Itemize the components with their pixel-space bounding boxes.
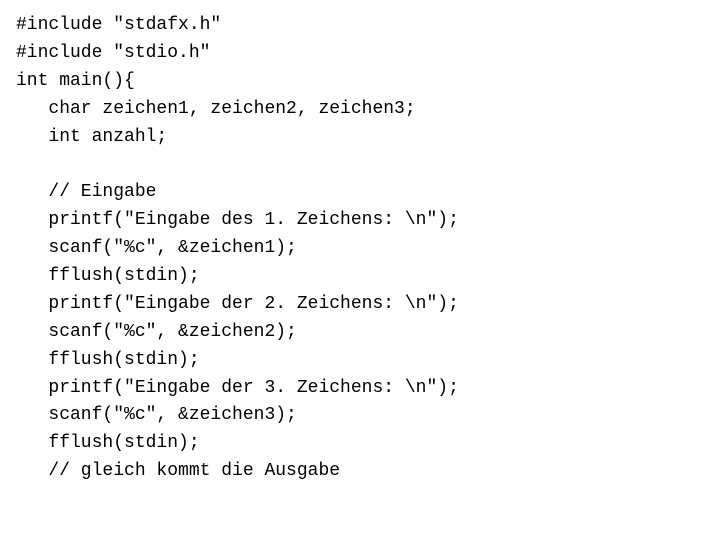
code-line: printf("Eingabe der 3. Zeichens: \n"); — [16, 375, 704, 403]
code-line: // gleich kommt die Ausgabe — [16, 458, 704, 486]
code-line: // Eingabe — [16, 179, 704, 207]
code-block: #include "stdafx.h"#include "stdio.h"int… — [0, 0, 720, 498]
code-line: fflush(stdin); — [16, 430, 704, 458]
code-line: printf("Eingabe des 1. Zeichens: \n"); — [16, 207, 704, 235]
code-line: fflush(stdin); — [16, 263, 704, 291]
code-line: char zeichen1, zeichen2, zeichen3; — [16, 96, 704, 124]
code-line — [16, 151, 704, 179]
code-line: scanf("%c", &zeichen3); — [16, 402, 704, 430]
code-line: printf("Eingabe der 2. Zeichens: \n"); — [16, 291, 704, 319]
code-line: int main(){ — [16, 68, 704, 96]
code-line: int anzahl; — [16, 124, 704, 152]
code-line: #include "stdio.h" — [16, 40, 704, 68]
code-line: fflush(stdin); — [16, 347, 704, 375]
code-line: #include "stdafx.h" — [16, 12, 704, 40]
code-line: scanf("%c", &zeichen1); — [16, 235, 704, 263]
code-line: scanf("%c", &zeichen2); — [16, 319, 704, 347]
